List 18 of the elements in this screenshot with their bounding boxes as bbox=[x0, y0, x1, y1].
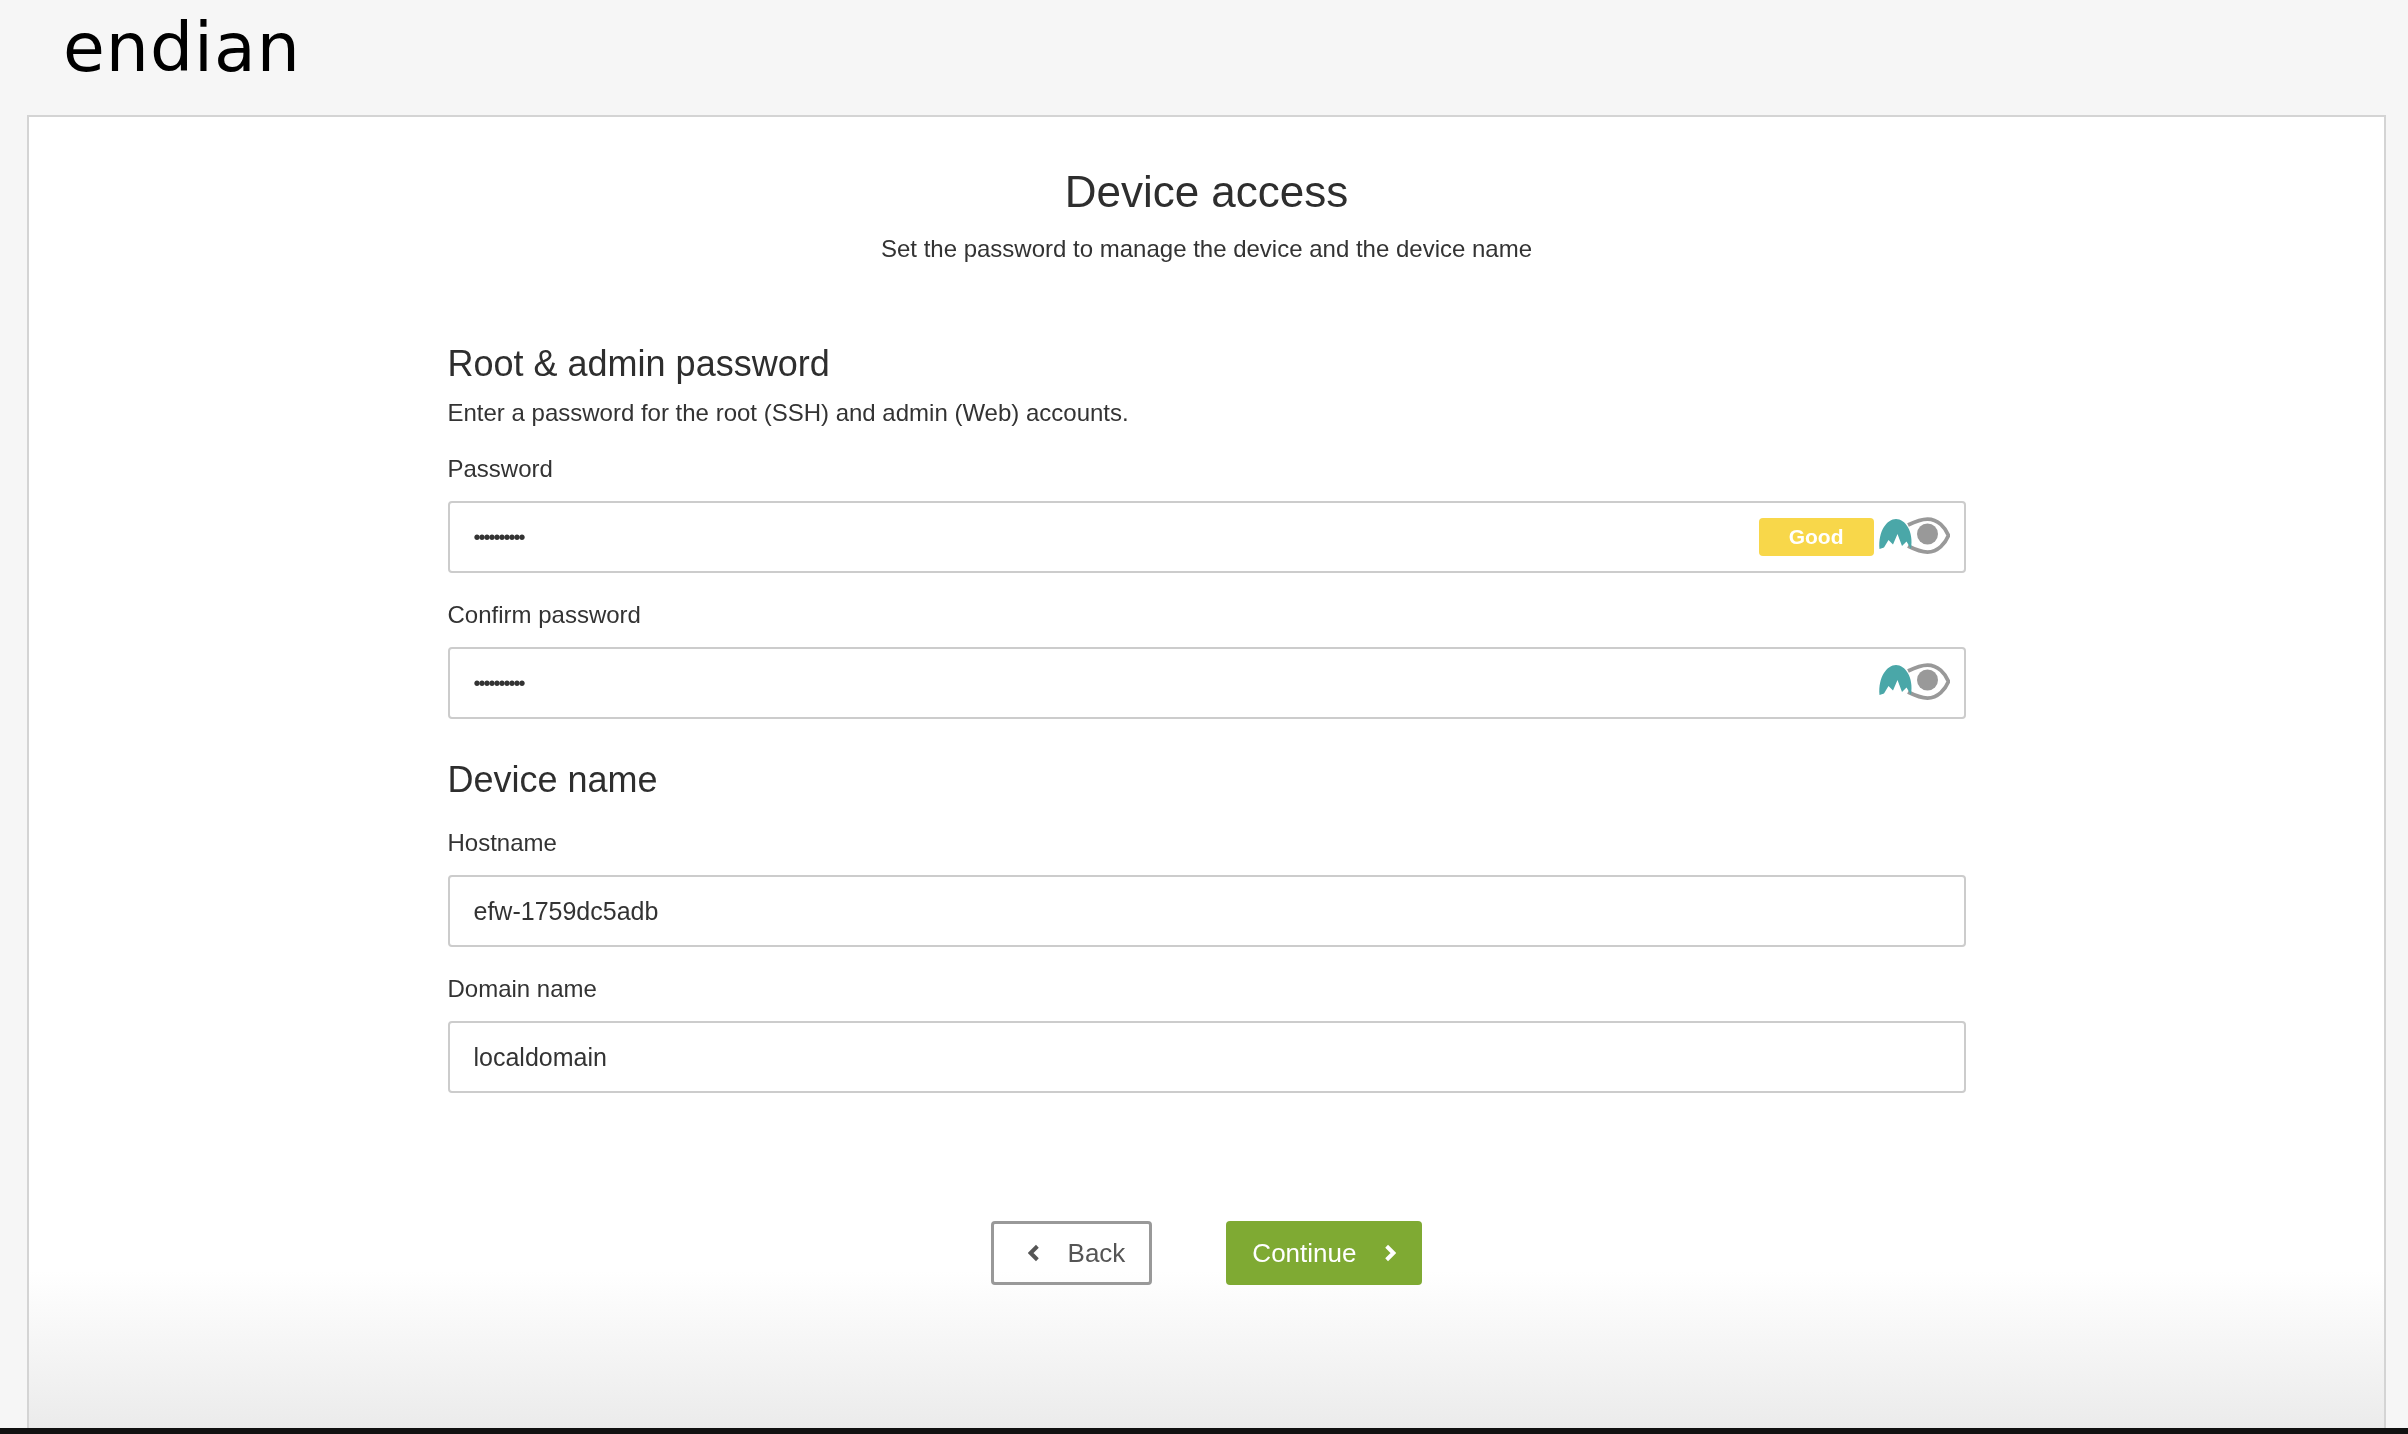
password-field[interactable]: •••••••••• bbox=[447, 647, 1966, 719]
field-label: Password bbox=[447, 455, 554, 483]
text-field[interactable]: efw-1759dc5adb bbox=[447, 875, 1966, 947]
endian-logo: endian bbox=[63, 8, 301, 88]
section-description: Enter a password for the root (SSH) and admin (Web) accounts. bbox=[447, 399, 1130, 427]
password-field[interactable]: •••••••••• Good bbox=[447, 501, 1966, 573]
page-subtitle: Set the password to manage the device and the device name bbox=[880, 235, 1533, 263]
section-title: Device name bbox=[447, 759, 659, 801]
field-label: Hostname bbox=[447, 829, 558, 857]
chevron-right-icon bbox=[1384, 1244, 1397, 1262]
field-label: Confirm password bbox=[447, 601, 642, 629]
text-field[interactable]: localdomain bbox=[447, 1021, 1966, 1093]
strength-badge: Good bbox=[1758, 518, 1874, 556]
page-title: Device access bbox=[1064, 167, 1349, 217]
chevron-left-icon bbox=[1027, 1244, 1040, 1262]
section-title: Root & admin password bbox=[447, 343, 831, 385]
field-label: Domain name bbox=[447, 975, 598, 1003]
back-button[interactable]: Back bbox=[990, 1221, 1153, 1285]
